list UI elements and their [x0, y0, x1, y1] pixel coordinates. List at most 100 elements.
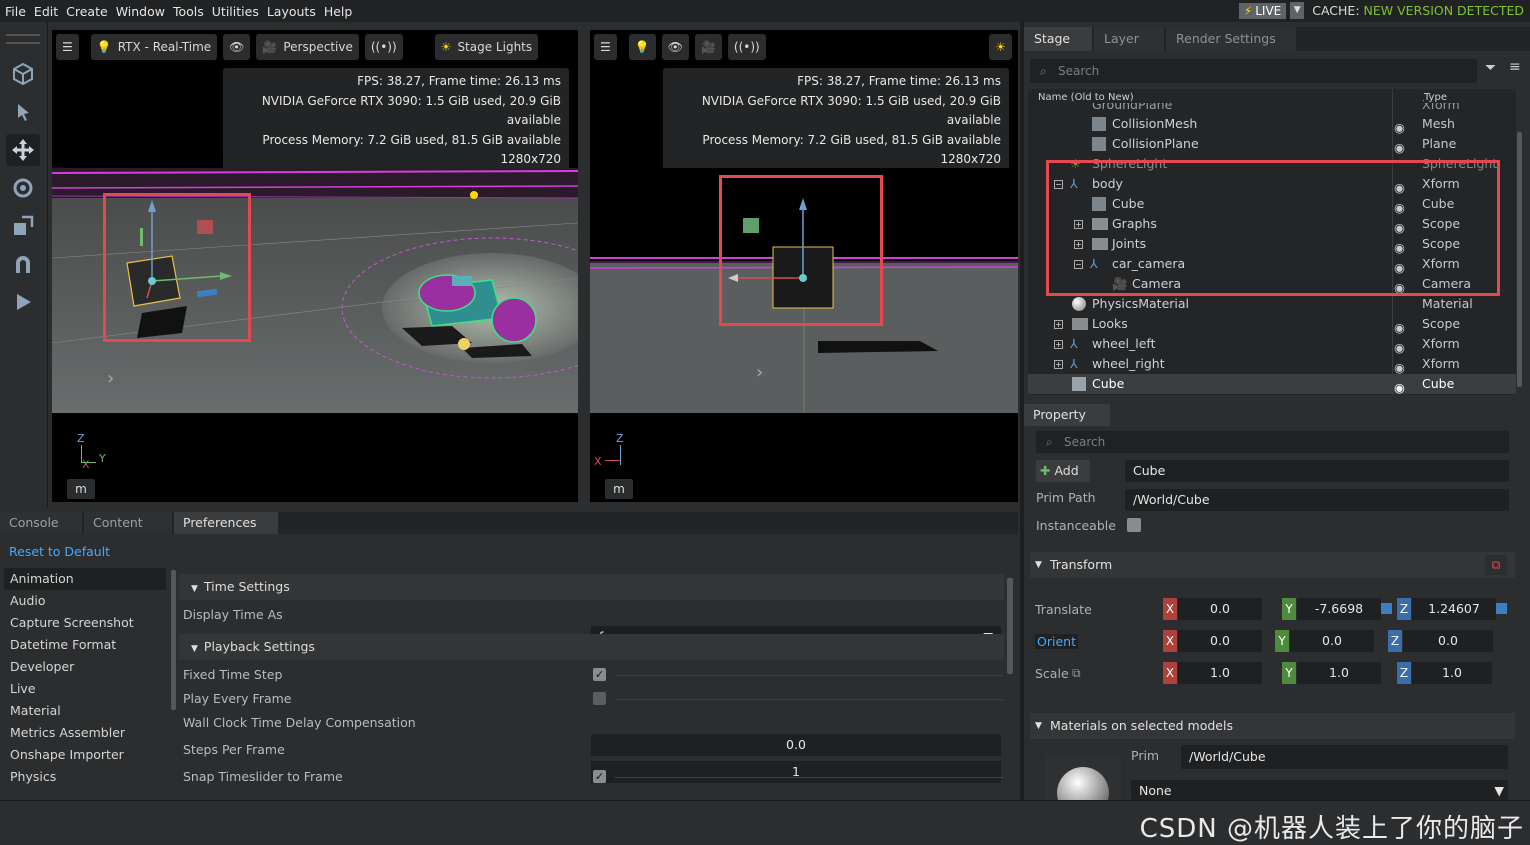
prim-name-field[interactable]: Cube: [1125, 460, 1509, 482]
expand-icon[interactable]: +: [1054, 320, 1063, 329]
hamburger-menu-icon[interactable]: ≡: [1509, 59, 1521, 75]
eye-icon[interactable]: ◉: [1394, 138, 1408, 155]
prim-path-field[interactable]: /World/Cube: [1125, 489, 1509, 511]
link-icon[interactable]: ⧉: [1072, 666, 1081, 681]
units-button[interactable]: m: [605, 479, 633, 499]
viewport2-settings-button[interactable]: ☰: [594, 34, 617, 60]
broadcast-button[interactable]: ((•)): [364, 34, 403, 60]
add-button[interactable]: ✚ Add: [1036, 460, 1090, 482]
move-icon[interactable]: [6, 134, 40, 166]
viewport2-broadcast-button[interactable]: ((•)): [727, 34, 766, 60]
arrow-icon[interactable]: [6, 96, 40, 128]
translate-x-field[interactable]: 0.0: [1178, 598, 1262, 620]
translate-y-field[interactable]: -7.6698: [1297, 598, 1381, 620]
visibility-button[interactable]: 👁: [223, 34, 251, 60]
stage-lights-button[interactable]: ☀ Stage Lights: [434, 34, 539, 60]
tab-preferences[interactable]: Preferences: [174, 512, 278, 534]
orient-label[interactable]: Orient: [1035, 634, 1078, 649]
scale-z-field[interactable]: 1.0: [1412, 662, 1492, 684]
play-every-frame-checkbox[interactable]: [593, 692, 606, 705]
toolbar-grip[interactable]: [6, 34, 40, 44]
key-indicator-icon[interactable]: [1496, 603, 1507, 614]
instanceable-checkbox[interactable]: [1127, 518, 1141, 532]
key-indicator-icon[interactable]: [1381, 603, 1392, 614]
orient-z-field[interactable]: 0.0: [1403, 630, 1493, 652]
viewport-settings-button[interactable]: ☰: [56, 34, 79, 60]
filter-icon[interactable]: ⏷: [1485, 60, 1496, 76]
menu-edit[interactable]: Edit: [31, 4, 61, 19]
menu-help[interactable]: Help: [321, 4, 356, 19]
tab-stage[interactable]: Stage: [1024, 27, 1092, 51]
tree-row-looks[interactable]: + Looks ◉ Scope: [1028, 314, 1516, 335]
viewport2-lights-button[interactable]: ☀: [989, 34, 1012, 60]
tab-render-settings[interactable]: Render Settings: [1166, 27, 1296, 51]
material-prim-field[interactable]: /World/Cube: [1181, 745, 1508, 769]
eye-icon[interactable]: ◉: [1394, 338, 1408, 355]
eye-icon[interactable]: ◉: [1394, 318, 1408, 335]
tree-row-physicsmaterial[interactable]: PhysicsMaterial Material: [1028, 294, 1516, 314]
material-dropdown[interactable]: None ▼: [1131, 780, 1508, 800]
materials-header[interactable]: ▼ Materials on selected models: [1030, 713, 1515, 739]
category-live[interactable]: Live: [4, 678, 166, 700]
tab-layer[interactable]: Layer: [1094, 27, 1164, 51]
category-developer[interactable]: Developer: [4, 656, 166, 678]
category-capture-screenshot[interactable]: Capture Screenshot: [4, 612, 166, 634]
eye-icon[interactable]: ◉: [1394, 358, 1408, 375]
camera-button[interactable]: 🎥 Perspective: [256, 34, 359, 60]
panel-splitter[interactable]: [1020, 22, 1024, 800]
scale-icon[interactable]: [6, 210, 40, 242]
stage-search-input[interactable]: ⌕ Search: [1030, 59, 1477, 83]
category-scrollbar[interactable]: [171, 570, 176, 710]
category-onshape-importer[interactable]: Onshape Importer: [4, 744, 166, 766]
units-button[interactable]: m: [67, 479, 95, 499]
rotate-icon[interactable]: [6, 172, 40, 204]
snap-timeslider-checkbox[interactable]: ✓: [593, 770, 606, 783]
expand-icon[interactable]: +: [1054, 340, 1063, 349]
tab-console[interactable]: Console: [0, 512, 82, 534]
menu-tools[interactable]: Tools: [170, 4, 207, 19]
tab-content[interactable]: Content: [84, 512, 172, 534]
category-material[interactable]: Material: [4, 700, 166, 722]
playback-settings-header[interactable]: ▼ Playback Settings: [179, 634, 1004, 660]
menu-create[interactable]: Create: [63, 4, 111, 19]
menu-file[interactable]: File: [2, 4, 29, 19]
fixed-time-step-checkbox[interactable]: ✓: [593, 668, 606, 681]
transform-settings-icon[interactable]: ⧉: [1485, 555, 1507, 575]
category-metrics-assembler[interactable]: Metrics Assembler: [4, 722, 166, 744]
category-animation[interactable]: Animation: [4, 568, 166, 590]
snap-icon[interactable]: [6, 248, 40, 280]
scale-x-field[interactable]: 1.0: [1178, 662, 1262, 684]
menu-window[interactable]: Window: [113, 4, 168, 19]
preferences-scrollbar[interactable]: [1007, 578, 1013, 674]
tree-row-wheel-right[interactable]: + ⅄ wheel_right ◉ Xform: [1028, 354, 1516, 375]
category-datetime-format[interactable]: Datetime Format: [4, 634, 166, 656]
property-search-input[interactable]: ⌕ Search: [1036, 431, 1509, 453]
chevron-right-icon[interactable]: ›: [756, 362, 763, 383]
renderer-button[interactable]: 💡 RTX - Real-Time: [90, 34, 218, 60]
chevron-right-icon[interactable]: ›: [107, 368, 114, 389]
reset-to-default-link[interactable]: Reset to Default: [9, 544, 110, 559]
viewport-perspective[interactable]: ☰ 💡 RTX - Real-Time 👁 🎥 Perspective ((•)…: [52, 30, 578, 502]
eye-icon[interactable]: ◉: [1394, 378, 1408, 395]
eye-icon[interactable]: ◉: [1394, 118, 1408, 135]
time-settings-header[interactable]: ▼ Time Settings: [179, 574, 1004, 600]
live-dropdown-chevron-icon[interactable]: ▼: [1290, 2, 1305, 19]
viewport2-camera-button[interactable]: 🎥: [694, 34, 722, 60]
column-name-header[interactable]: Name (Old to New): [1038, 92, 1388, 103]
column-type-header[interactable]: Type: [1424, 92, 1504, 103]
category-physics[interactable]: Physics: [4, 766, 166, 788]
expand-icon[interactable]: +: [1054, 360, 1063, 369]
scale-y-field[interactable]: 1.0: [1297, 662, 1381, 684]
tree-row-collisionplane[interactable]: CollisionPlane ◉ Plane: [1028, 134, 1516, 155]
translate-z-field[interactable]: 1.24607: [1412, 598, 1496, 620]
stage-tree-scrollbar[interactable]: [1517, 132, 1522, 387]
tree-row-cube-selected[interactable]: Cube ◉ Cube: [1028, 374, 1516, 395]
menu-layouts[interactable]: Layouts: [264, 4, 319, 19]
play-icon[interactable]: [6, 286, 40, 318]
menu-utilities[interactable]: Utilities: [209, 4, 262, 19]
orient-y-field[interactable]: 0.0: [1290, 630, 1374, 652]
live-button[interactable]: ⚡ LIVE: [1238, 2, 1287, 19]
viewport2-renderer-button[interactable]: 💡: [628, 34, 656, 60]
transform-header[interactable]: ▼ Transform ⧉: [1030, 552, 1515, 578]
tree-row-collisionmesh[interactable]: CollisionMesh ◉ Mesh: [1028, 114, 1516, 135]
